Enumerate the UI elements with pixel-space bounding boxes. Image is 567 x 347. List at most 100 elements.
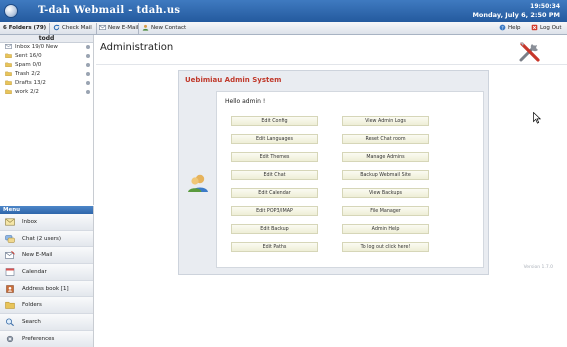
envelope-icon — [5, 218, 15, 226]
title-divider — [96, 64, 567, 65]
folder-label: Drafts 13/2 — [15, 80, 46, 86]
inbox-icon — [5, 44, 12, 49]
folder-label: work 2/2 — [15, 89, 39, 95]
search-icon — [6, 318, 14, 327]
help-icon: ? — [499, 24, 506, 31]
refresh-icon — [53, 24, 60, 31]
menu-item-search[interactable]: Search — [0, 314, 93, 331]
admin-panel-title: Uebimiau Admin System — [185, 76, 282, 84]
page-title: Administration — [100, 42, 174, 53]
admin-panel: Uebimiau Admin System Hello admin ! Edit… — [178, 70, 489, 275]
folder-action-icon[interactable] — [86, 54, 90, 58]
menu-item-label: Chat (2 users) — [22, 235, 62, 242]
folder-item-work[interactable]: work 2/2 — [0, 88, 93, 97]
folder-label: Spam 0/0 — [15, 62, 42, 68]
toolbar-divider — [138, 23, 139, 34]
new-mail-label: New E-Mail — [108, 25, 139, 31]
logout-link-button[interactable]: To log out click here! — [342, 242, 429, 252]
menu-item-folders[interactable]: Folders — [0, 297, 93, 315]
new-contact-button[interactable]: New Contact — [142, 24, 186, 33]
folder-item-inbox[interactable]: Inbox 19/0 New — [0, 43, 93, 52]
toolbar-divider — [49, 23, 50, 34]
menu-item-label: Address book [1] — [22, 285, 69, 292]
calendar-icon — [5, 268, 15, 276]
help-label: Help — [508, 25, 521, 31]
new-mail-button[interactable]: New E-Mail — [99, 24, 138, 33]
globe-logo-icon — [4, 4, 18, 18]
edit-calendar-button[interactable]: Edit Calendar — [231, 188, 318, 198]
folder-item-spam[interactable]: Spam 0/0 — [0, 61, 93, 70]
check-mail-label: Check Mail — [62, 25, 92, 31]
trash-icon — [5, 71, 12, 76]
address-book-icon — [6, 285, 14, 293]
menu-item-label: Inbox — [22, 219, 38, 225]
mouse-cursor-icon — [533, 112, 541, 124]
admin-panel-content: Hello admin ! Edit Config View Admin Log… — [216, 91, 484, 268]
menu-item-label: Calendar — [22, 269, 47, 276]
menu-item-calendar[interactable]: Calendar — [0, 264, 93, 281]
app-header: T-dah Webmail - tdah.us 19:50:34 Monday,… — [0, 0, 567, 22]
edit-chat-button[interactable]: Edit Chat — [231, 170, 318, 180]
view-backups-button[interactable]: View Backups — [342, 188, 429, 198]
logout-icon — [531, 24, 538, 31]
folder-action-icon[interactable] — [86, 45, 90, 49]
view-admin-logs-button[interactable]: View Admin Logs — [342, 116, 429, 126]
clock: 19:50:34 Monday, July 6, 2:50 PM — [472, 3, 560, 19]
folder-item-trash[interactable]: Trash 2/2 — [0, 70, 93, 79]
menu-header: Menu — [0, 206, 93, 214]
menu-item-label: Folders — [22, 302, 42, 309]
contact-icon — [142, 24, 149, 31]
file-manager-button[interactable]: File Manager — [342, 206, 429, 216]
logout-label: Log Out — [540, 25, 562, 31]
version-label: Version 1.7.0 — [523, 265, 553, 270]
manage-admins-button[interactable]: Manage Admins — [342, 152, 429, 162]
greeting: Hello admin ! — [225, 98, 266, 105]
webmail-window: T-dah Webmail - tdah.us 19:50:34 Monday,… — [0, 0, 567, 347]
edit-config-button[interactable]: Edit Config — [231, 116, 318, 126]
folder-label: Sent 16/0 — [15, 53, 42, 59]
menu-item-address-book[interactable]: Address book [1] — [0, 280, 93, 298]
edit-languages-button[interactable]: Edit Languages — [231, 134, 318, 144]
folder-action-icon[interactable] — [86, 90, 90, 94]
reset-chat-room-button[interactable]: Reset Chat room — [342, 134, 429, 144]
menu-item-new-email[interactable]: New E-Mail — [0, 247, 93, 265]
admin-user-icon — [188, 174, 208, 192]
compose-icon — [5, 251, 15, 260]
folder-action-icon[interactable] — [86, 72, 90, 76]
toolbar-divider — [96, 23, 97, 34]
edit-backup-button[interactable]: Edit Backup — [231, 224, 318, 234]
folder-icon — [5, 53, 12, 58]
help-button[interactable]: ? Help — [499, 24, 521, 33]
menu-item-inbox[interactable]: Inbox — [0, 214, 93, 231]
envelope-icon — [99, 25, 106, 30]
folder-icon — [5, 302, 15, 310]
folder-icon — [5, 89, 12, 94]
folders-count: 6 Folders (79) — [3, 25, 47, 31]
edit-paths-button[interactable]: Edit Paths — [231, 242, 318, 252]
folder-item-drafts[interactable]: Drafts 13/2 — [0, 79, 93, 88]
menu-item-label: Search — [22, 319, 41, 326]
menu-item-label: New E-Mail — [22, 252, 53, 259]
chat-icon — [5, 234, 15, 243]
menu-item-preferences[interactable]: Preferences — [0, 330, 93, 347]
backup-webmail-site-button[interactable]: Backup Webmail Site — [342, 170, 429, 180]
menu-item-label: Preferences — [22, 335, 55, 342]
logout-button[interactable]: Log Out — [531, 24, 562, 33]
folder-label: Inbox 19/0 New — [15, 44, 58, 50]
tools-icon — [519, 42, 540, 62]
edit-themes-button[interactable]: Edit Themes — [231, 152, 318, 162]
folder-action-icon[interactable] — [86, 63, 90, 67]
edit-pop3-imap-button[interactable]: Edit POP3/IMAP — [231, 206, 318, 216]
admin-help-button[interactable]: Admin Help — [342, 224, 429, 234]
new-contact-label: New Contact — [151, 25, 187, 31]
menu-item-chat[interactable]: Chat (2 users) — [0, 230, 93, 248]
clock-time: 19:50:34 — [530, 3, 560, 10]
app-title: T-dah Webmail - tdah.us — [38, 5, 181, 16]
clock-date: Monday, July 6, 2:50 PM — [472, 11, 560, 19]
check-mail-button[interactable]: Check Mail — [53, 24, 92, 33]
preferences-icon — [6, 335, 14, 342]
folder-action-icon[interactable] — [86, 81, 90, 85]
folder-icon — [5, 62, 12, 67]
folder-label: Trash 2/2 — [15, 71, 41, 77]
folder-item-sent[interactable]: Sent 16/0 — [0, 52, 93, 61]
